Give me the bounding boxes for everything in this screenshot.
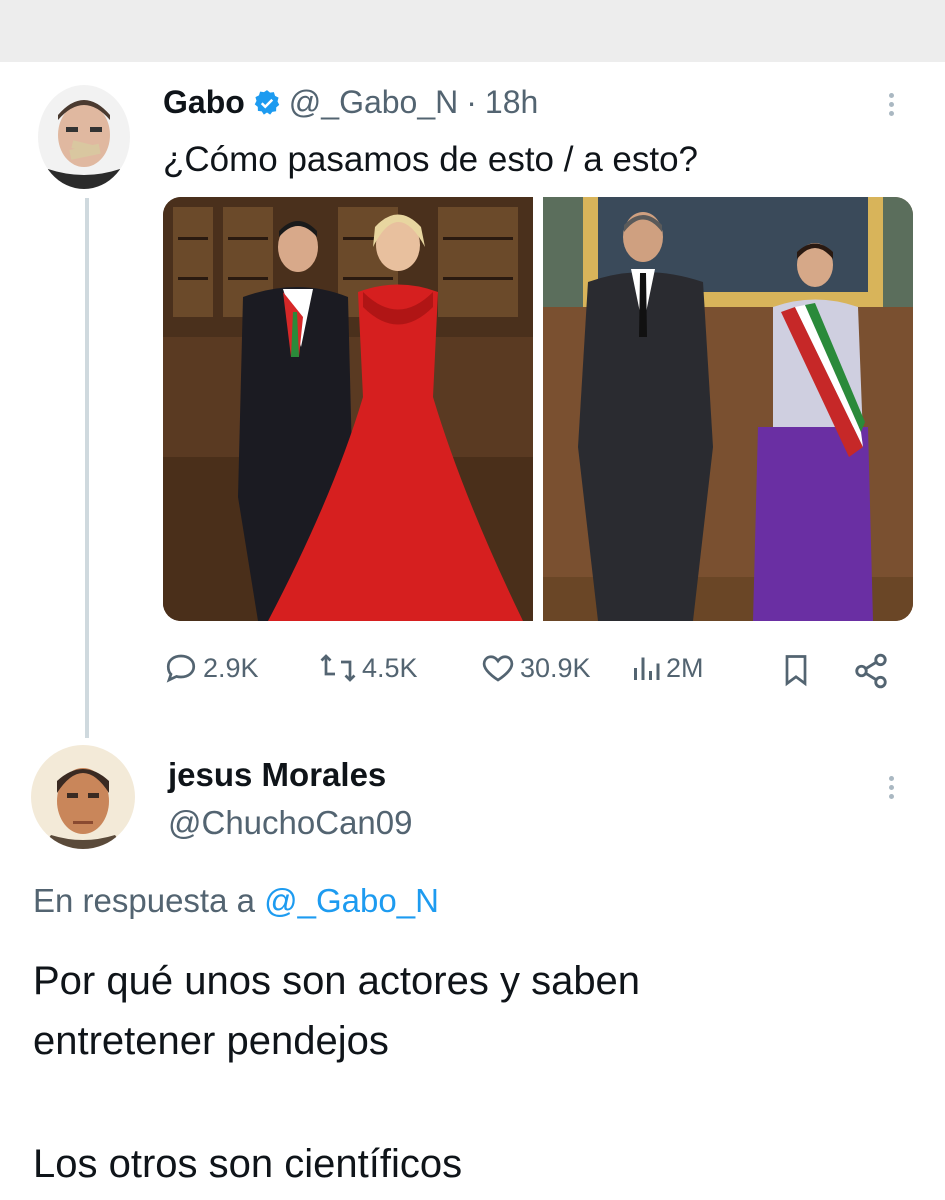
- reply-stat[interactable]: 2.9K: [163, 650, 259, 686]
- share-icon[interactable]: [852, 652, 890, 695]
- reply-author-name[interactable]: jesus Morales: [168, 756, 386, 794]
- reply-count: 2.9K: [203, 652, 259, 683]
- retweet-stat[interactable]: 4.5K: [318, 650, 418, 686]
- bookmark-icon[interactable]: [780, 652, 812, 693]
- reply-author-avatar[interactable]: [31, 745, 135, 849]
- like-stat[interactable]: 30.9K: [480, 650, 591, 686]
- reply-icon: [163, 650, 203, 686]
- reply-context: En respuesta a @_Gabo_N: [33, 882, 439, 920]
- author-handle[interactable]: @_Gabo_N: [289, 84, 458, 121]
- thread-line: [85, 198, 89, 738]
- views-stat[interactable]: 2M: [630, 650, 704, 686]
- reply-prefix: En respuesta a: [33, 882, 255, 919]
- views-count: 2M: [666, 652, 704, 683]
- reply-text-line-1: Por qué unos son actores y saben: [33, 959, 641, 1003]
- reply-more-icon[interactable]: [887, 776, 897, 803]
- retweet-count: 4.5K: [362, 652, 418, 683]
- tweet-image-left[interactable]: [163, 197, 533, 621]
- reply-text-line-3: Los otros son científicos: [33, 1142, 463, 1186]
- retweet-icon: [318, 650, 362, 686]
- reply-to-link[interactable]: @_Gabo_N: [264, 882, 439, 919]
- reply-text-line-2: entretener pendejos: [33, 1019, 389, 1063]
- reply-author-handle[interactable]: @ChuchoCan09: [168, 804, 413, 842]
- tweet-image-right[interactable]: [543, 197, 913, 621]
- like-count: 30.9K: [520, 652, 591, 683]
- views-icon: [630, 650, 666, 686]
- like-icon: [480, 650, 520, 686]
- separator-dot: ·: [466, 84, 477, 120]
- author-name[interactable]: Gabo: [163, 84, 245, 121]
- tweet-text: ¿Cómo pasamos de esto / a esto?: [163, 140, 698, 179]
- verified-icon: [253, 89, 281, 117]
- tweet-time[interactable]: 18h: [485, 84, 538, 121]
- more-icon[interactable]: [887, 93, 897, 120]
- author-avatar[interactable]: [38, 85, 130, 189]
- tweet-header: Gabo @_Gabo_N · 18h: [163, 84, 538, 121]
- status-bar: [0, 0, 945, 62]
